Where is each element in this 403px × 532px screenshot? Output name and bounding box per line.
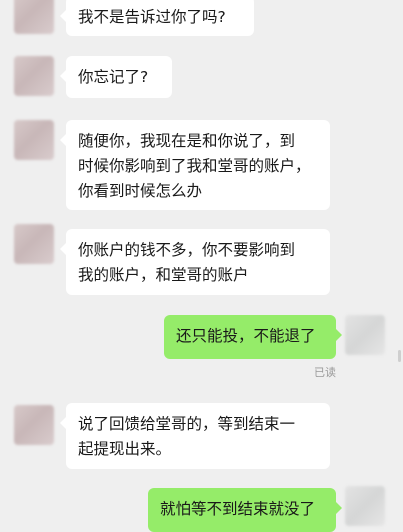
incoming-message-bubble[interactable]: 说了回馈给堂哥的，等到结束一 起提现出来。 [60, 403, 330, 469]
chat-window: 我不是告诉过你了吗? 你忘记了? 随便你，我现在是和你说了，到 时候你影响到了我… [0, 0, 403, 532]
contact-avatar[interactable] [14, 405, 54, 445]
scrollbar-thumb[interactable] [398, 350, 401, 362]
contact-avatar[interactable] [14, 120, 54, 160]
incoming-message-bubble[interactable]: 我不是告诉过你了吗? [60, 0, 254, 36]
outgoing-message-bubble[interactable]: 还只能投，不能退了 [164, 315, 342, 359]
read-status: 已读 [314, 366, 336, 379]
outgoing-message-bubble[interactable]: 就怕等不到结束就没了 [148, 488, 342, 532]
incoming-message-bubble[interactable]: 你账户的钱不多，你不要影响到 我的账户，和堂哥的账户 [60, 229, 330, 295]
own-avatar[interactable] [345, 486, 385, 526]
incoming-message-bubble[interactable]: 随便你，我现在是和你说了，到 时候你影响到了我和堂哥的账户， 你看到时候怎么办 [60, 120, 330, 210]
contact-avatar[interactable] [14, 56, 54, 96]
contact-avatar[interactable] [14, 224, 54, 264]
contact-avatar[interactable] [14, 0, 54, 34]
own-avatar[interactable] [345, 315, 385, 355]
incoming-message-bubble[interactable]: 你忘记了? [60, 56, 172, 98]
